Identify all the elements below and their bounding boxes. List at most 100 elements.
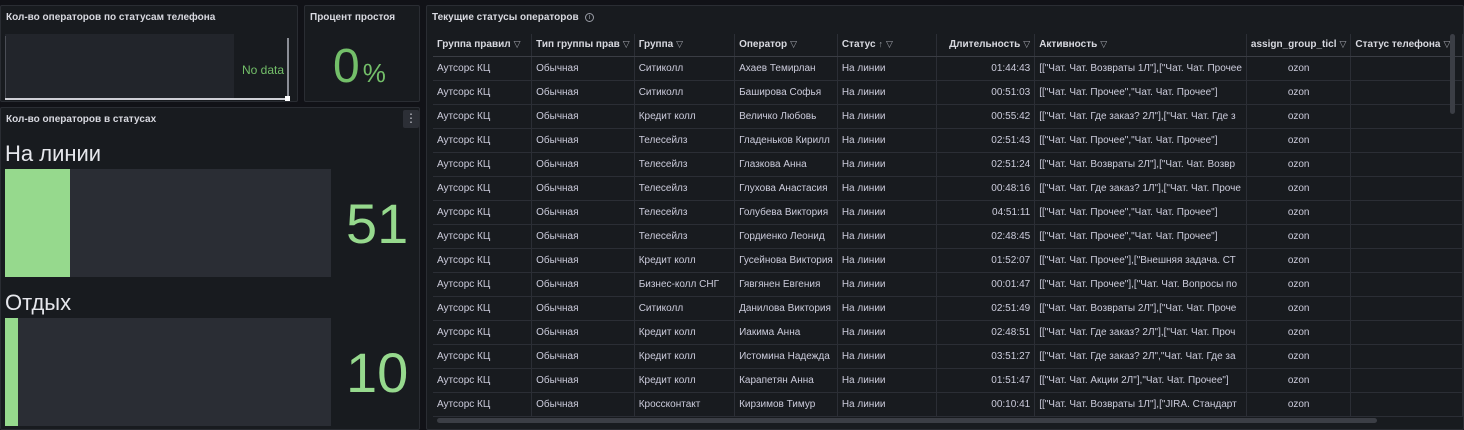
table-cell: 02:48:45 <box>936 224 1036 249</box>
filter-icon[interactable]: ▽ <box>886 39 893 49</box>
table-cell <box>1350 248 1463 273</box>
table-cell: Величко Любовь <box>734 104 838 129</box>
filter-icon[interactable]: ▽ <box>623 39 630 49</box>
table-cell: Обычная <box>531 104 635 129</box>
filter-icon[interactable]: ▽ <box>1339 39 1346 49</box>
table-cell: [["Чат. Чат. Где заказ? 1Л"],["Чат. Чат.… <box>1034 176 1247 201</box>
table-row[interactable]: Аутсорс КЦ Обычная Ситиколл Данилова Виктор… <box>433 296 1463 321</box>
kebab-menu-icon[interactable]: ⋮ <box>403 110 419 128</box>
table-cell <box>1350 80 1463 105</box>
table-cell: Аутсорс КЦ <box>433 272 533 297</box>
table-cell: Аутсорс КЦ <box>433 344 533 369</box>
table-cell: Глазкова Анна <box>734 152 838 177</box>
table-cell: [["Чат. Чат. Где заказ? 2Л","Чат. Чат. Г… <box>1034 344 1247 369</box>
filter-icon[interactable]: ▽ <box>1023 39 1030 49</box>
table-cell: На линии <box>837 80 937 105</box>
table-cell: Аутсорс КЦ <box>433 392 533 417</box>
table-cell: Кредит колл <box>634 368 736 393</box>
filter-icon[interactable]: ▽ <box>676 39 683 49</box>
table-row[interactable]: Аутсорс КЦ Обычная Кредит колл Иакима Анна Н… <box>433 320 1463 345</box>
table-cell: 00:01:47 <box>936 272 1036 297</box>
table-cell: Ахаев Темирлан <box>734 56 838 81</box>
table-horizontal-scrollbar[interactable] <box>437 418 1377 423</box>
table-row[interactable]: Аутсорс КЦ Обычная Ситиколл Ахаев Темирлан Н… <box>433 56 1463 81</box>
table-cell: ozon <box>1246 104 1352 129</box>
info-icon[interactable]: i <box>585 13 594 22</box>
table-cell: Баширова Софья <box>734 80 838 105</box>
horizontal-scrollbar[interactable] <box>5 98 288 100</box>
table-row[interactable]: Аутсорс КЦ Обычная Кредит колл Карапетян Ан… <box>433 368 1463 393</box>
table-cell: [["Чат. Чат. Прочее"],["Чат. Чат. Вопрос… <box>1034 272 1247 297</box>
table-cell: На линии <box>837 104 937 129</box>
table-cell <box>1350 128 1463 153</box>
idle-percent-panel: Процент простоя 0% <box>304 5 420 102</box>
table-cell: Истомина Надежда <box>734 344 838 369</box>
filter-icon[interactable]: ▽ <box>1100 39 1107 49</box>
phone-status-panel: Кол-во операторов по статусам телефона N… <box>0 5 298 102</box>
table-cell: [["Чат. Чат. Где заказ? 2Л"],["Чат. Чат.… <box>1034 104 1247 129</box>
state-bar-fill-rest <box>5 318 19 426</box>
table-row[interactable]: Аутсорс КЦ Обычная Ситиколл Баширова Софья Н… <box>433 80 1463 105</box>
table-cell: ozon <box>1246 200 1352 225</box>
table-cell: Карапетян Анна <box>734 368 838 393</box>
filter-icon[interactable]: ▽ <box>514 39 521 49</box>
table-header-row: Группа правил ▽ Тип группы прав ▽ Группа ▽ Опе… <box>433 34 1463 57</box>
table-cell: Гусейнова Виктория <box>734 248 838 273</box>
column-header-2[interactable]: Группа ▽ <box>634 34 736 57</box>
table-row[interactable]: Аутсорс КЦ Обычная Телесейлз Глухова Анаста… <box>433 176 1463 201</box>
table-cell: Данилова Виктория <box>734 296 838 321</box>
table-cell: ozon <box>1246 344 1352 369</box>
table-cell <box>1350 368 1463 393</box>
table-cell: Аутсорс КЦ <box>433 248 533 273</box>
table-vertical-scrollbar[interactable] <box>1450 34 1455 114</box>
table-cell: Обычная <box>531 392 635 417</box>
table-cell: Аутсорс КЦ <box>433 200 533 225</box>
table-row[interactable]: Аутсорс КЦ Обычная Телесейлз Гордиенко Леон… <box>433 224 1463 249</box>
table-cell: ozon <box>1246 392 1352 417</box>
idle-percent-number: 0 <box>333 40 360 93</box>
table-cell: 01:51:47 <box>936 368 1036 393</box>
table-cell: На линии <box>837 248 937 273</box>
table-cell: На линии <box>837 344 937 369</box>
scrollbar-knob[interactable] <box>285 96 290 101</box>
operator-status-table-title: Текущие статусы операторов <box>432 12 579 23</box>
table-row[interactable]: Аутсорс КЦ Обычная Телесейлз Гладеньков Кир… <box>433 128 1463 153</box>
table-cell: Аутсорс КЦ <box>433 80 533 105</box>
table-cell: На линии <box>837 152 937 177</box>
table-cell: Обычная <box>531 296 635 321</box>
table-cell: ozon <box>1246 320 1352 345</box>
table-cell: Обычная <box>531 80 635 105</box>
column-header-1[interactable]: Тип группы прав ▽ <box>531 34 635 57</box>
table-cell: Ситиколл <box>634 56 736 81</box>
table-row[interactable]: Аутсорс КЦ Обычная Кредит колл Истомина Над… <box>433 344 1463 369</box>
table-row[interactable]: Аутсорс КЦ Обычная Кредит колл Гусейнова Ви… <box>433 248 1463 273</box>
table-row[interactable]: Аутсорс КЦ Обычная Бизнес-колл СНГ Гявгянен… <box>433 272 1463 297</box>
table-row[interactable]: Аутсорс КЦ Обычная Кроссконтакт Кирзимов Ти… <box>433 392 1463 417</box>
column-header-label: Длительность <box>949 39 1021 51</box>
table-row[interactable]: Аутсорс КЦ Обычная Телесейлз Глазкова Анна Н… <box>433 152 1463 177</box>
sort-ascending-icon[interactable]: ↑ <box>879 39 884 49</box>
table-cell: 01:52:07 <box>936 248 1036 273</box>
column-header-0[interactable]: Группа правил ▽ <box>433 34 533 57</box>
filter-icon[interactable]: ▽ <box>790 39 797 49</box>
table-cell: На линии <box>837 56 937 81</box>
column-header-5[interactable]: Длительность ▽ <box>936 34 1036 57</box>
idle-percent-value: 0% <box>333 38 386 101</box>
column-header-7[interactable]: assign_group_ticl ▽ <box>1246 34 1352 57</box>
table-cell: На линии <box>837 296 937 321</box>
column-header-3[interactable]: Оператор ▽ <box>734 34 838 57</box>
table-cell: На линии <box>837 128 937 153</box>
table-cell: [["Чат. Чат. Прочее","Чат. Чат. Прочее"] <box>1034 128 1247 153</box>
column-header-4[interactable]: Статус ↑ ▽ <box>837 34 937 57</box>
table-cell: 00:55:42 <box>936 104 1036 129</box>
column-header-8[interactable]: Статус телефона ▽ <box>1350 34 1463 57</box>
table-row[interactable]: Аутсорс КЦ Обычная Кредит колл Величко Любо… <box>433 104 1463 129</box>
column-header-6[interactable]: Активность ▽ <box>1034 34 1247 57</box>
table-cell: Обычная <box>531 56 635 81</box>
vertical-scrollbar[interactable] <box>287 38 289 98</box>
phone-status-plot-area <box>5 34 234 98</box>
table-cell: ozon <box>1246 296 1352 321</box>
table-cell: 01:44:43 <box>936 56 1036 81</box>
table-row[interactable]: Аутсорс КЦ Обычная Телесейлз Голубева Викто… <box>433 200 1463 225</box>
table-cell: Кредит колл <box>634 320 736 345</box>
